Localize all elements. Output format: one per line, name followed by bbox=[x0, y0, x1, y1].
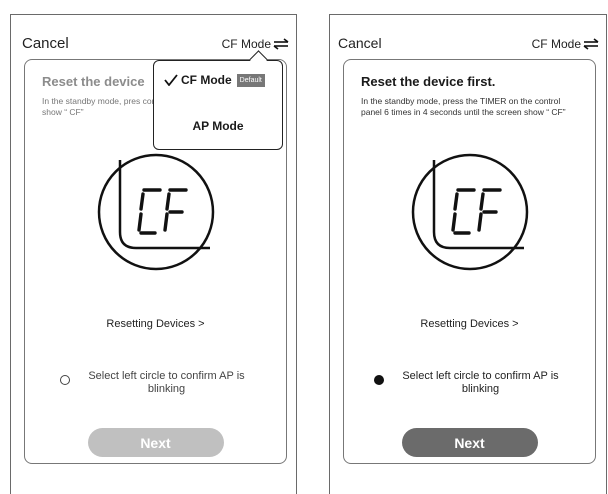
resetting-devices-link[interactable]: Resetting Devices > bbox=[344, 318, 595, 330]
instruction-card: Reset the device first. In the standby m… bbox=[343, 59, 596, 464]
swap-arrows-icon bbox=[583, 38, 599, 50]
mode-label: CF Mode bbox=[531, 37, 581, 51]
card-description: In the standby mode, press the TIMER on … bbox=[361, 96, 566, 117]
dropdown-item-cf-mode[interactable]: CF Mode Default bbox=[164, 73, 282, 87]
confirm-radio-icon[interactable] bbox=[373, 375, 384, 385]
seven-segment-display-icon bbox=[411, 153, 528, 271]
dropdown-item-label: CF Mode bbox=[181, 73, 232, 87]
next-button[interactable]: Next bbox=[401, 428, 538, 457]
checkmark-icon bbox=[164, 74, 178, 86]
confirm-ap-text: Select left circle to confirm AP is blin… bbox=[88, 370, 245, 395]
default-badge: Default bbox=[236, 73, 265, 87]
confirm-ap-row[interactable]: Select left circle to confirm AP is blin… bbox=[344, 370, 595, 396]
resetting-devices-link[interactable]: Resetting Devices > bbox=[25, 318, 286, 330]
mode-switch-button[interactable]: CF Mode bbox=[532, 37, 600, 51]
confirm-ap-text: Select left circle to confirm AP is blin… bbox=[402, 370, 559, 395]
mode-label: CF Mode bbox=[221, 37, 271, 51]
mode-dropdown: CF Mode Default AP Mode bbox=[153, 60, 283, 150]
cancel-button[interactable]: Cancel bbox=[338, 35, 382, 51]
swap-arrows-icon bbox=[273, 38, 289, 50]
card-title: Reset the device bbox=[42, 74, 145, 89]
right-screen: Cancel CF Mode Reset the device first. I… bbox=[329, 14, 607, 494]
dropdown-item-label: AP Mode bbox=[192, 119, 244, 133]
seven-segment-display-icon bbox=[97, 153, 214, 271]
confirm-radio-icon[interactable] bbox=[59, 375, 70, 385]
cancel-button[interactable]: Cancel bbox=[22, 35, 69, 52]
mode-switch-button[interactable]: CF Mode bbox=[222, 37, 290, 51]
card-title: Reset the device first. bbox=[361, 74, 496, 89]
dropdown-item-ap-mode[interactable]: AP Mode bbox=[154, 119, 282, 133]
confirm-ap-row[interactable]: Select left circle to confirm AP is blin… bbox=[25, 370, 286, 396]
next-button[interactable]: Next bbox=[87, 428, 224, 457]
left-screen: Cancel CF Mode Reset the device In the s… bbox=[10, 14, 297, 494]
